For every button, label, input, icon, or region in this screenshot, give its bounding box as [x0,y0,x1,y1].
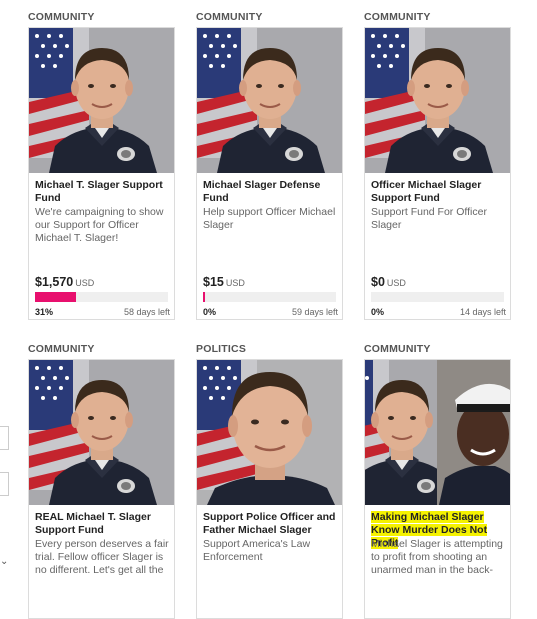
chevron-icon[interactable]: ⌄ [0,556,8,567]
campaign-description: We're campaigning to show our Support fo… [35,206,164,244]
amount-raised: $1,570 USD [35,275,94,289]
campaign-description: Every person deserves a fair trial. Fell… [35,538,169,576]
progress-fill [35,292,77,302]
campaign-card[interactable]: Making Michael Slager Know Murder Does N… [364,359,511,619]
campaign-description: Michael Slager is attempting to profit f… [371,538,503,576]
campaign-card[interactable]: REAL Michael T. Slager Support Fund Ever… [28,359,175,619]
amount-value: $0 [371,275,385,289]
campaign-card[interactable]: Michael Slager Defense Fund Help support… [196,27,343,320]
days-left: 59 days left [291,307,338,317]
amount-raised: $0 USD [371,275,406,289]
currency-label: USD [225,278,245,288]
campaign-image[interactable] [197,360,342,505]
amount-value: $1,570 [35,275,74,289]
campaign-card[interactable]: Michael T. Slager Support Fund We're cam… [28,27,175,320]
campaign-description: Support America's Law Enforcement [203,538,311,563]
category-label: COMMUNITY [364,343,431,355]
days-left: 14 days left [459,307,506,317]
campaign-title[interactable]: Michael Slager Defense Fund [203,179,338,205]
currency-label: USD [386,278,406,288]
progress-bar [35,292,168,302]
currency-label: USD [75,278,95,288]
amount-raised: $15 USD [203,275,245,289]
campaign-image[interactable] [365,360,510,505]
campaign-card[interactable]: Officer Michael Slager Support Fund Supp… [364,27,511,320]
percent-funded: 31% [35,307,54,317]
campaign-image[interactable] [29,360,174,505]
progress-bar [371,292,504,302]
progress-bar [203,292,336,302]
campaign-image[interactable] [29,28,174,173]
left-edge-input[interactable] [0,426,9,450]
left-edge-input[interactable] [0,472,9,496]
campaign-title[interactable]: Support Police Officer and Father Michae… [203,511,338,537]
campaign-title[interactable]: Officer Michael Slager Support Fund [371,179,506,205]
campaign-description: Support Fund For Officer Slager [371,206,487,231]
campaign-title[interactable]: Michael T. Slager Support Fund [35,179,170,205]
campaign-card[interactable]: Support Police Officer and Father Michae… [196,359,343,619]
campaign-image[interactable] [365,28,510,173]
percent-funded: 0% [203,307,217,317]
category-label: COMMUNITY [364,11,431,23]
category-label: COMMUNITY [28,11,95,23]
category-label: POLITICS [196,343,247,355]
campaign-title[interactable]: REAL Michael T. Slager Support Fund [35,511,170,537]
category-label: COMMUNITY [196,11,263,23]
category-label: COMMUNITY [28,343,95,355]
progress-fill [203,292,205,302]
campaign-image[interactable] [197,28,342,173]
percent-funded: 0% [371,307,385,317]
days-left: 58 days left [123,307,170,317]
campaign-description: Help support Officer Michael Slager [203,206,336,231]
amount-value: $15 [203,275,224,289]
